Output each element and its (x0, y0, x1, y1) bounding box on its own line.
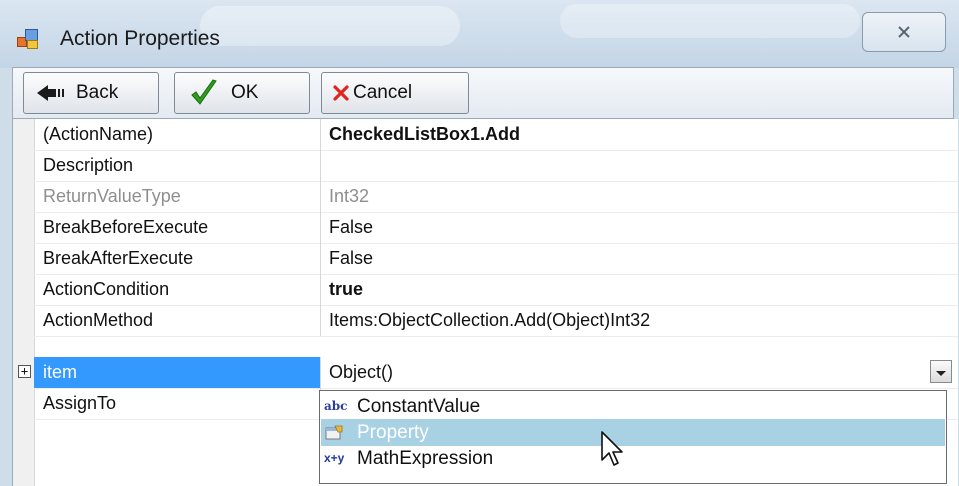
checkmark-icon (191, 79, 217, 105)
dropdown-item-label: Property (357, 421, 429, 443)
close-x-icon (898, 26, 910, 38)
back-button[interactable]: Back (23, 72, 159, 114)
back-button-label: Back (76, 82, 119, 103)
value-type-dropdown-list: abc ConstantValue Property x+y MathExpre… (319, 390, 947, 484)
property-name: ActionCondition (34, 274, 321, 305)
dropdown-item-property[interactable]: Property (321, 419, 945, 446)
abc-icon: abc (324, 398, 348, 413)
title-bar: Action Properties (0, 0, 959, 68)
back-arrow-icon (37, 85, 64, 101)
property-value: Int32 (329, 186, 370, 206)
mouse-pointer-icon (601, 431, 623, 466)
cancel-button[interactable]: Cancel (321, 72, 469, 114)
property-name: Description (34, 150, 321, 181)
property-value[interactable]: False (322, 243, 958, 274)
property-row-actionmethod[interactable]: ActionMethod Items:ObjectCollection.Add(… (34, 305, 958, 337)
ok-button[interactable]: OK (174, 72, 310, 114)
title-bar-glare (560, 4, 860, 38)
cancel-button-label: Cancel (353, 82, 413, 103)
property-value[interactable]: False (322, 212, 958, 243)
property-row-item[interactable]: item Object() (34, 357, 958, 389)
property-value[interactable]: CheckedListBox1.Add (322, 119, 958, 150)
property-name: AssignTo (34, 388, 321, 419)
title-bar-glare (200, 6, 460, 46)
action-properties-window: Action Properties Back OK Cancel (Action… (0, 0, 959, 486)
dropdown-item-constant-value[interactable]: abc ConstantValue (321, 393, 945, 420)
math-expression-icon: x+y (324, 450, 345, 465)
property-value[interactable]: Items:ObjectCollection.Add(Object)Int32 (322, 305, 958, 336)
property-name: ReturnValueType (34, 181, 321, 212)
expand-toggle-icon[interactable]: + (18, 365, 31, 378)
property-name: item (34, 357, 321, 388)
chevron-down-icon (936, 371, 946, 376)
property-name: ActionMethod (34, 305, 321, 336)
property-name: BreakBeforeExecute (34, 212, 321, 243)
property-row-actionname[interactable]: (ActionName) CheckedListBox1.Add (34, 119, 958, 151)
property-row-returnvaluetype[interactable]: ReturnValueType Int32 (34, 181, 958, 213)
property-row-actioncondition[interactable]: ActionCondition true (34, 274, 958, 306)
toolbar: Back OK Cancel (12, 67, 954, 119)
property-value[interactable] (322, 150, 958, 181)
property-value[interactable]: true (322, 274, 958, 305)
window-title: Action Properties (60, 27, 220, 50)
property-name: BreakAfterExecute (34, 243, 321, 274)
dropdown-item-math-expression[interactable]: x+y MathExpression (321, 445, 945, 472)
property-icon (321, 423, 357, 443)
property-row-description[interactable]: Description (34, 150, 958, 182)
close-button[interactable] (862, 12, 946, 52)
dropdown-arrow-button[interactable] (930, 360, 952, 383)
property-value-text: Object() (329, 362, 394, 382)
app-window-icon (17, 28, 39, 49)
property-name: (ActionName) (34, 119, 321, 150)
cancel-x-icon (333, 85, 349, 101)
property-row-breakbeforeexecute[interactable]: BreakBeforeExecute False (34, 212, 958, 244)
property-row-breakafterexecute[interactable]: BreakAfterExecute False (34, 243, 958, 275)
ok-button-label: OK (231, 82, 259, 103)
dropdown-item-label: MathExpression (357, 447, 494, 469)
property-grid-gutter (13, 119, 35, 486)
dropdown-item-label: ConstantValue (357, 395, 481, 417)
property-value[interactable]: Object() (322, 357, 958, 388)
